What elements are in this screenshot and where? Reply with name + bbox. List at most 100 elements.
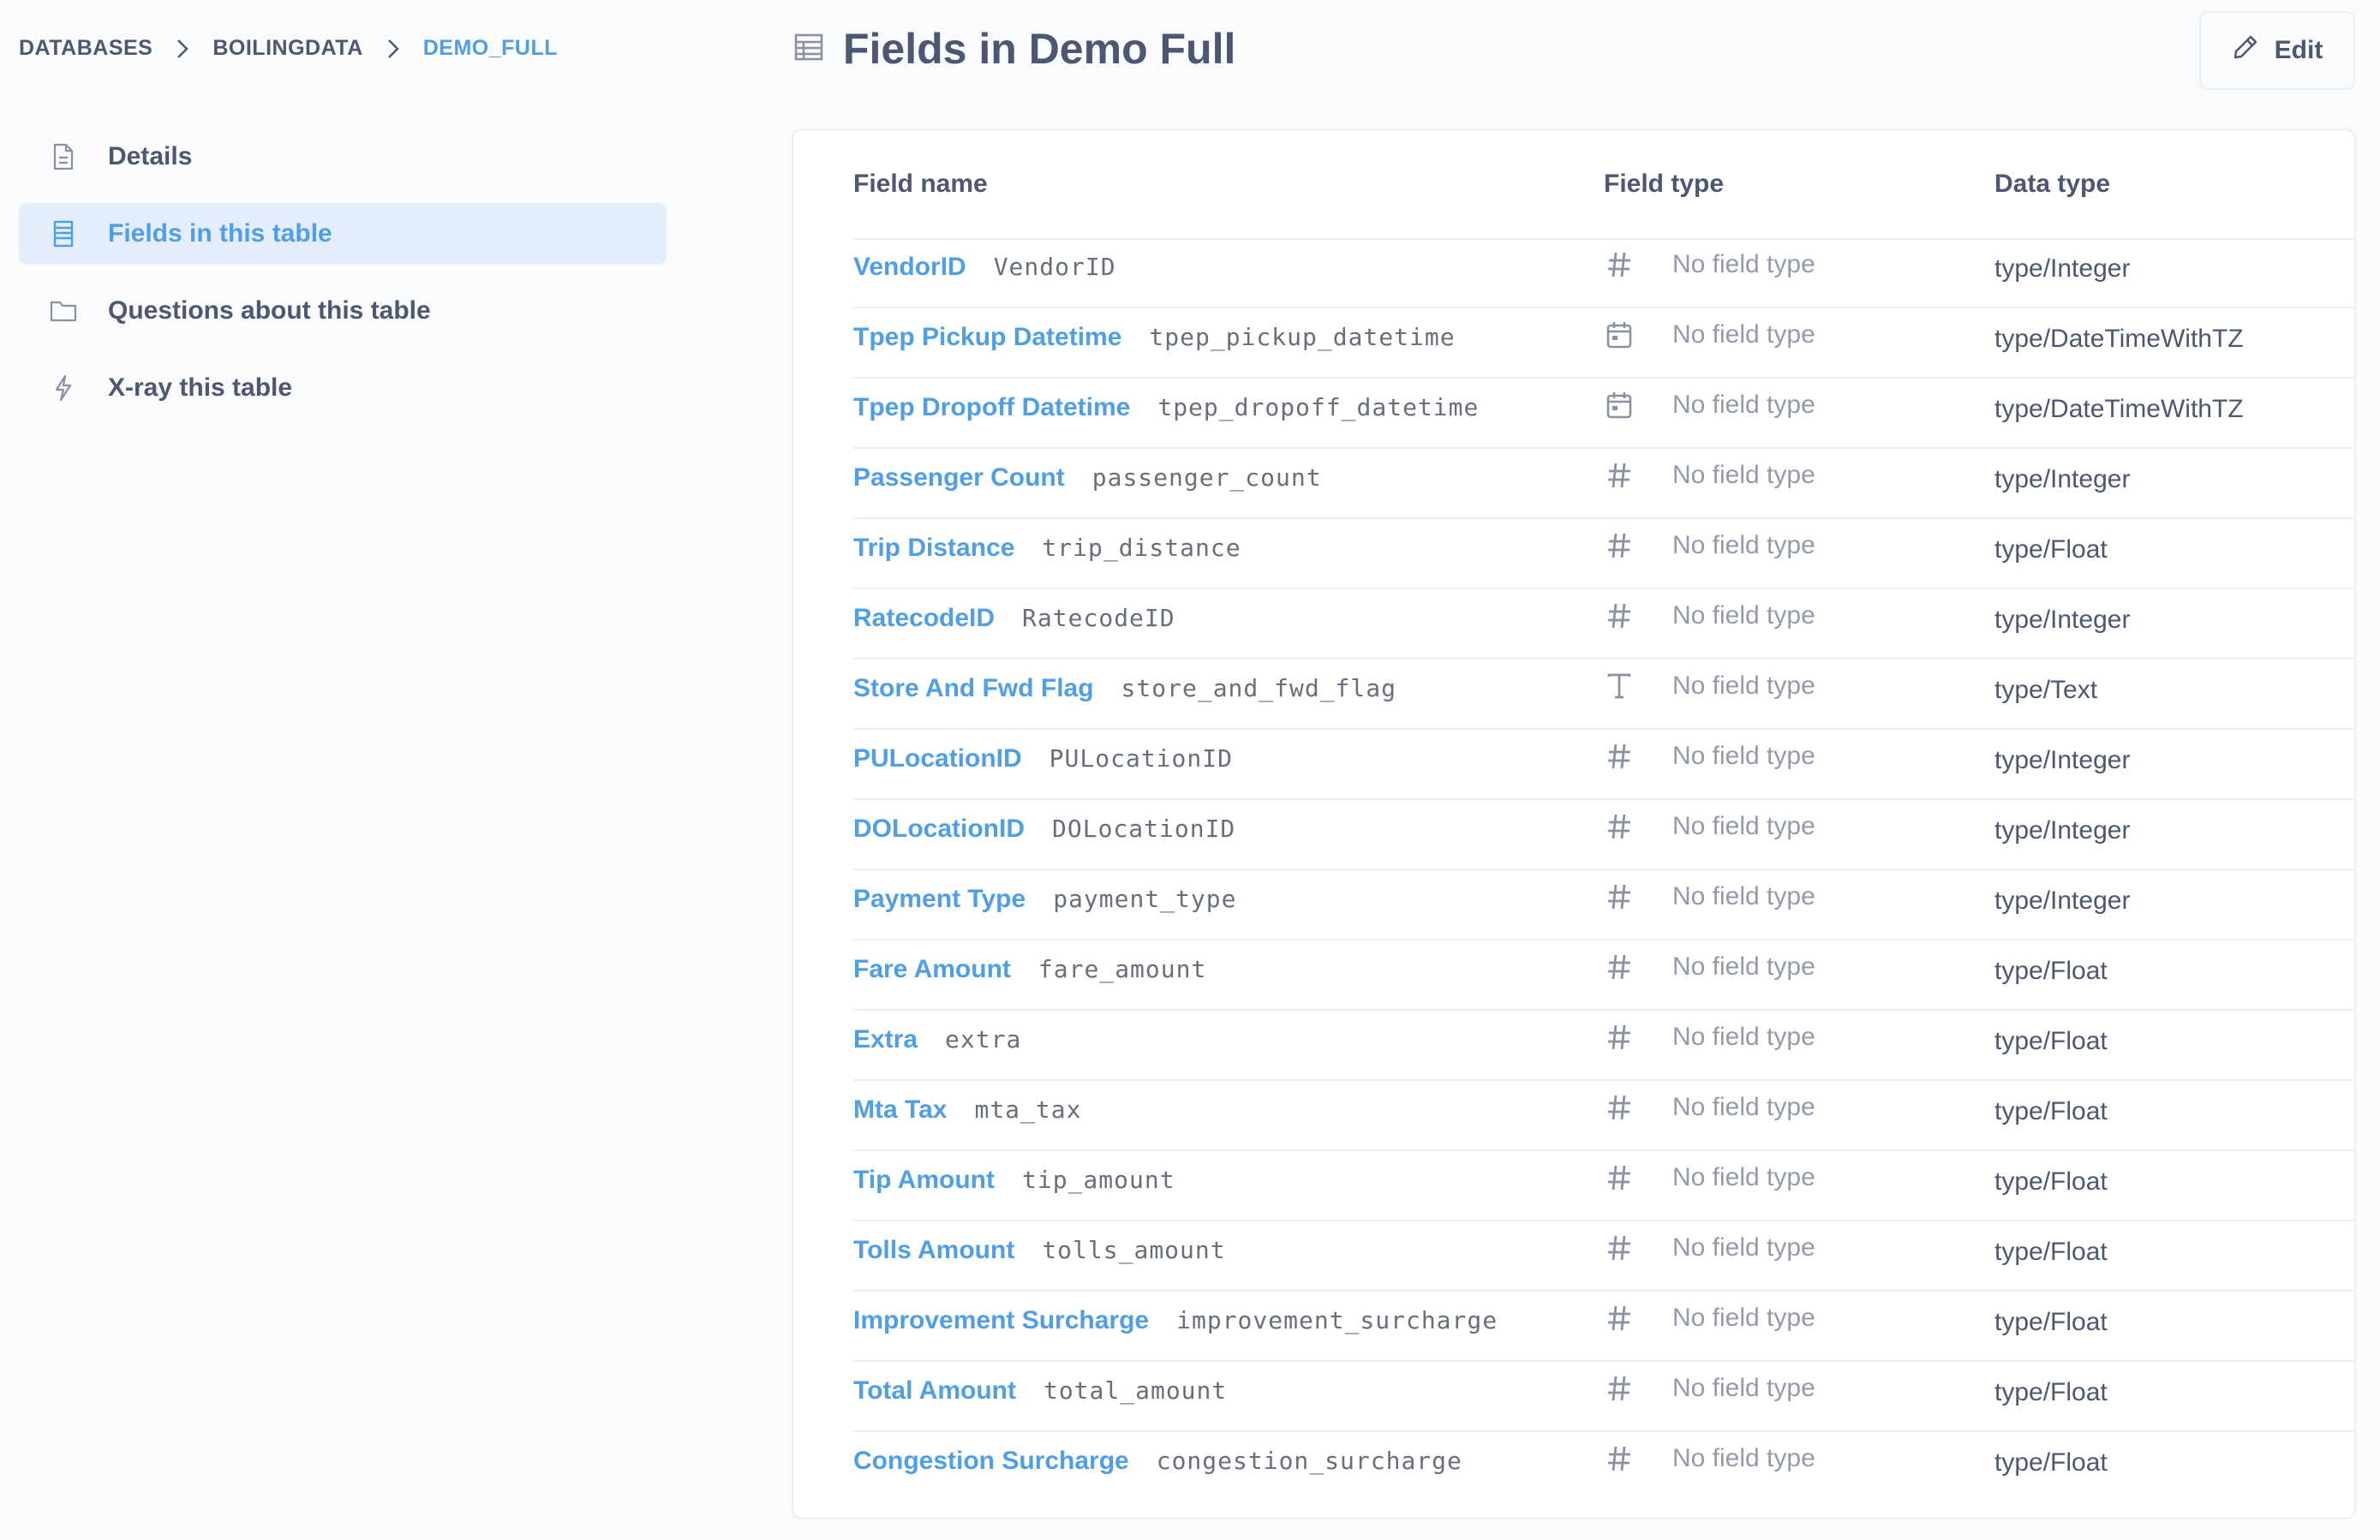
field-column-name: mta_tax	[974, 1095, 1082, 1124]
field-column-name: congestion_surcharge	[1156, 1447, 1462, 1475]
field-type-select[interactable]: No field type	[1604, 742, 1815, 771]
number-icon	[1604, 813, 1635, 840]
field-type-value: No field type	[1672, 1093, 1815, 1121]
field-name-link[interactable]: Store And Fwd Flag store_and_fwd_flag	[853, 674, 1396, 703]
field-type-select[interactable]: No field type	[1604, 601, 1815, 630]
column-header-data-type: Data type	[1994, 170, 2111, 198]
sidebar-item-label: Questions about this table	[108, 296, 431, 325]
field-type-select[interactable]: No field type	[1604, 1444, 1815, 1473]
table-list-icon	[19, 220, 108, 248]
field-type-select[interactable]: No field type	[1604, 461, 1815, 490]
field-display-name[interactable]: Congestion Surcharge	[853, 1447, 1129, 1475]
field-name-link[interactable]: DOLocationID DOLocationID	[853, 815, 1235, 844]
field-column-name: improvement_surcharge	[1176, 1306, 1498, 1334]
table-row: Tpep Pickup Datetime tpep_pickup_datetime…	[853, 308, 2354, 379]
field-name-link[interactable]: VendorID VendorID	[853, 253, 1116, 282]
data-type-value: type/DateTimeWithTZ	[1994, 395, 2244, 423]
field-type-select[interactable]: No field type	[1604, 1374, 1815, 1403]
field-name-link[interactable]: Mta Tax mta_tax	[853, 1095, 1081, 1125]
field-display-name[interactable]: RatecodeID	[853, 604, 995, 632]
field-name-link[interactable]: Extra extra	[853, 1025, 1021, 1054]
breadcrumb-database[interactable]: BOILINGDATA	[212, 36, 362, 61]
field-type-select[interactable]: No field type	[1604, 250, 1815, 279]
sidebar-item-fields[interactable]: Fields in this table	[19, 203, 667, 265]
field-name-link[interactable]: Total Amount total_amount	[853, 1376, 1227, 1406]
field-type-select[interactable]: No field type	[1604, 812, 1815, 841]
field-name-link[interactable]: Tpep Pickup Datetime tpep_pickup_datetime	[853, 323, 1456, 352]
field-display-name[interactable]: Tip Amount	[853, 1166, 995, 1194]
table-icon	[793, 32, 824, 67]
edit-button-label: Edit	[2274, 36, 2323, 64]
field-type-select[interactable]: No field type	[1604, 320, 1815, 349]
field-type-select[interactable]: No field type	[1604, 952, 1815, 982]
field-type-select[interactable]: No field type	[1604, 391, 1815, 420]
field-type-select[interactable]: No field type	[1604, 672, 1815, 701]
field-type-select[interactable]: No field type	[1604, 531, 1815, 560]
table-row: Total Amount total_amount No field type typ…	[853, 1362, 2354, 1432]
data-type-value: type/Integer	[1994, 606, 2131, 634]
number-icon	[1604, 1234, 1635, 1262]
data-type-value: type/Integer	[1994, 465, 2131, 493]
field-display-name[interactable]: Tolls Amount	[853, 1236, 1014, 1264]
field-name-link[interactable]: RatecodeID RatecodeID	[853, 604, 1175, 633]
field-name-link[interactable]: Payment Type payment_type	[853, 885, 1236, 914]
edit-button[interactable]: Edit	[2199, 11, 2355, 90]
field-column-name: tpep_dropoff_datetime	[1157, 393, 1480, 421]
field-type-value: No field type	[1672, 320, 1815, 349]
field-display-name[interactable]: Tpep Pickup Datetime	[853, 323, 1121, 351]
field-display-name[interactable]: Improvement Surcharge	[853, 1306, 1149, 1334]
field-display-name[interactable]: Passenger Count	[853, 463, 1065, 492]
field-type-value: No field type	[1672, 1163, 1815, 1191]
field-display-name[interactable]: PULocationID	[853, 744, 1022, 773]
table-row: Congestion Surcharge congestion_surcharge…	[853, 1432, 2354, 1501]
column-header-field-type: Field type	[1604, 170, 1725, 198]
field-display-name[interactable]: Mta Tax	[853, 1095, 947, 1124]
field-display-name[interactable]: Total Amount	[853, 1376, 1016, 1405]
field-type-select[interactable]: No field type	[1604, 1304, 1815, 1333]
field-type-select[interactable]: No field type	[1604, 882, 1815, 911]
table-row: Improvement Surcharge improvement_surchar…	[853, 1292, 2354, 1362]
field-column-name: passenger_count	[1091, 463, 1322, 492]
field-name-link[interactable]: PULocationID PULocationID	[853, 744, 1233, 773]
field-display-name[interactable]: VendorID	[853, 253, 966, 281]
sidebar-item-xray[interactable]: X-ray this table	[19, 357, 667, 419]
field-name-link[interactable]: Tolls Amount tolls_amount	[853, 1236, 1226, 1265]
field-name-link[interactable]: Tip Amount tip_amount	[853, 1166, 1175, 1195]
field-type-select[interactable]: No field type	[1604, 1163, 1815, 1192]
field-display-name[interactable]: Trip Distance	[853, 534, 1014, 562]
field-display-name[interactable]: Payment Type	[853, 885, 1026, 913]
sidebar-item-details[interactable]: Details	[19, 126, 667, 188]
field-column-name: store_and_fwd_flag	[1121, 674, 1396, 702]
number-icon	[1604, 1024, 1635, 1051]
field-type-select[interactable]: No field type	[1604, 1093, 1815, 1122]
chevron-right-icon	[387, 39, 399, 59]
field-name-link[interactable]: Tpep Dropoff Datetime tpep_dropoff_dateti…	[853, 393, 1479, 422]
table-row: Mta Tax mta_tax No field type type/Float	[853, 1081, 2354, 1151]
data-type-value: type/Float	[1994, 1027, 2108, 1055]
breadcrumb-databases[interactable]: DATABASES	[19, 36, 152, 61]
data-type-value: type/Float	[1994, 957, 2108, 985]
field-type-select[interactable]: No field type	[1604, 1023, 1815, 1052]
sidebar-item-label: X-ray this table	[108, 373, 293, 402]
document-icon	[19, 143, 108, 170]
field-display-name[interactable]: Extra	[853, 1025, 918, 1054]
field-display-name[interactable]: Store And Fwd Flag	[853, 674, 1094, 702]
number-icon	[1604, 743, 1635, 770]
field-name-link[interactable]: Improvement Surcharge improvement_surchar…	[853, 1306, 1498, 1335]
data-type-value: type/Float	[1994, 535, 2108, 564]
field-column-name: total_amount	[1043, 1376, 1228, 1405]
table-row: Tip Amount tip_amount No field type type/Fl…	[853, 1151, 2354, 1221]
field-name-link[interactable]: Trip Distance trip_distance	[853, 534, 1241, 563]
number-icon	[1604, 1094, 1635, 1121]
field-name-link[interactable]: Passenger Count passenger_count	[853, 463, 1322, 492]
sidebar-item-questions[interactable]: Questions about this table	[19, 280, 667, 342]
field-type-select[interactable]: No field type	[1604, 1233, 1815, 1262]
field-name-link[interactable]: Congestion Surcharge congestion_surcharge	[853, 1447, 1462, 1476]
field-display-name[interactable]: Tpep Dropoff Datetime	[853, 393, 1130, 421]
field-display-name[interactable]: Fare Amount	[853, 955, 1011, 983]
breadcrumb-table[interactable]: DEMO_FULL	[423, 36, 558, 61]
field-display-name[interactable]: DOLocationID	[853, 815, 1025, 843]
data-type-value: type/Integer	[1994, 886, 2131, 915]
field-type-value: No field type	[1672, 812, 1815, 840]
field-name-link[interactable]: Fare Amount fare_amount	[853, 955, 1206, 984]
